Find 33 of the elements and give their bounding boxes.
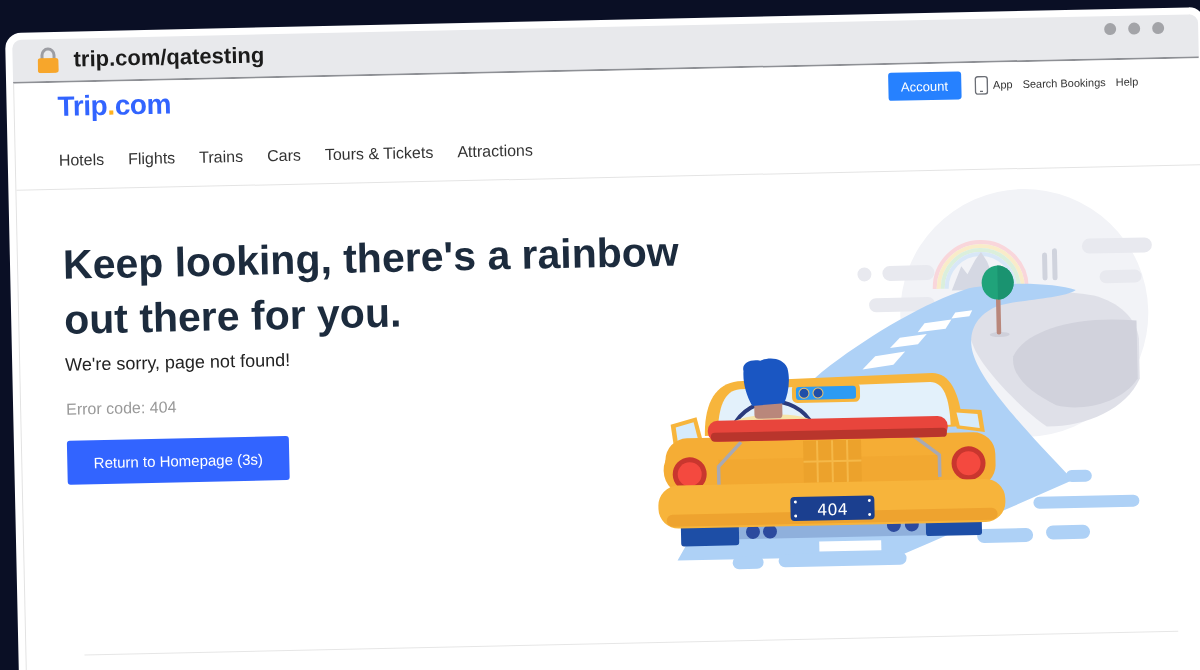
error-heading: Keep looking, there's a rainbow out there for you.	[62, 227, 681, 345]
account-button[interactable]: Account	[887, 71, 962, 101]
distant-tree	[1042, 252, 1048, 281]
lane-marking	[890, 334, 927, 348]
nav-link[interactable]: Cars	[266, 144, 302, 168]
distant-tree	[1051, 248, 1058, 281]
taillight	[951, 446, 986, 481]
window-button[interactable]	[1128, 22, 1141, 35]
nav-link[interactable]: Flights	[127, 147, 176, 171]
lane-marking	[862, 351, 906, 370]
phone-icon	[973, 75, 989, 95]
cloud	[882, 264, 935, 282]
rearview-mirror	[791, 382, 861, 404]
error-message: We're sorry, page not found!	[64, 348, 292, 377]
exhaust-pipe	[762, 524, 777, 539]
error-code: Error code: 404	[65, 397, 178, 420]
window-button[interactable]	[1104, 22, 1117, 36]
app-link[interactable]: App	[973, 74, 1013, 95]
puddle	[976, 527, 1034, 544]
puddle	[1065, 469, 1092, 483]
return-home-button[interactable]: Return to Homepage (3s)	[66, 435, 290, 485]
logo[interactable]: Trip.com	[57, 86, 172, 125]
nav-link[interactable]: Attractions	[457, 139, 534, 164]
nav-link[interactable]: Hotels	[58, 148, 105, 172]
header-link[interactable]: Search Bookings	[1022, 76, 1106, 90]
address-field[interactable]: trip.com/qatesting	[37, 40, 265, 76]
window-button[interactable]	[1152, 21, 1165, 35]
exhaust-pipe	[745, 524, 760, 539]
nav-link[interactable]: Trains	[199, 145, 244, 169]
nav-link[interactable]: Tours & Tickets	[324, 141, 434, 167]
header-link[interactable]: Help	[1115, 75, 1139, 88]
puddle	[1045, 524, 1091, 540]
plate-number: 404	[817, 499, 848, 520]
